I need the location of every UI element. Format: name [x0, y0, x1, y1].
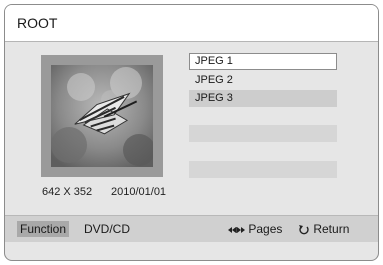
footer-bar: Function DVD/CD Pages Return	[5, 215, 378, 242]
file-item-label: JPEG 2	[195, 74, 233, 86]
thumbnail-frame	[41, 55, 163, 177]
return-arrow-icon	[299, 224, 309, 235]
source-label: DVD/CD	[84, 222, 131, 236]
image-resolution: 642 X 352	[42, 186, 93, 198]
file-item-jpeg-1[interactable]: JPEG 1	[189, 53, 337, 70]
file-item-jpeg-3[interactable]: JPEG 3	[189, 90, 337, 107]
image-date: 2010/01/01	[111, 186, 167, 198]
function-button[interactable]: Function	[17, 221, 70, 237]
butterfly-photo	[51, 65, 153, 167]
photo-browser-screen: ROOT 642 X 352 2010/01/01 JPEG 1 JPEG 2 …	[4, 4, 379, 261]
empty-slot	[189, 125, 337, 142]
file-item-label: JPEG 3	[195, 92, 233, 104]
file-item-label: JPEG 1	[195, 55, 233, 67]
return-hint[interactable]: Return	[298, 221, 349, 237]
return-label: Return	[313, 222, 350, 236]
file-item-jpeg-2[interactable]: JPEG 2	[189, 72, 337, 89]
empty-slot	[189, 161, 337, 178]
title-bar: ROOT	[5, 5, 378, 42]
thumbnail-image	[51, 65, 153, 167]
folder-title: ROOT	[17, 15, 58, 31]
page-arrows-icon	[228, 226, 245, 233]
pages-hint[interactable]: Pages	[227, 221, 282, 237]
pages-label: Pages	[248, 222, 283, 236]
